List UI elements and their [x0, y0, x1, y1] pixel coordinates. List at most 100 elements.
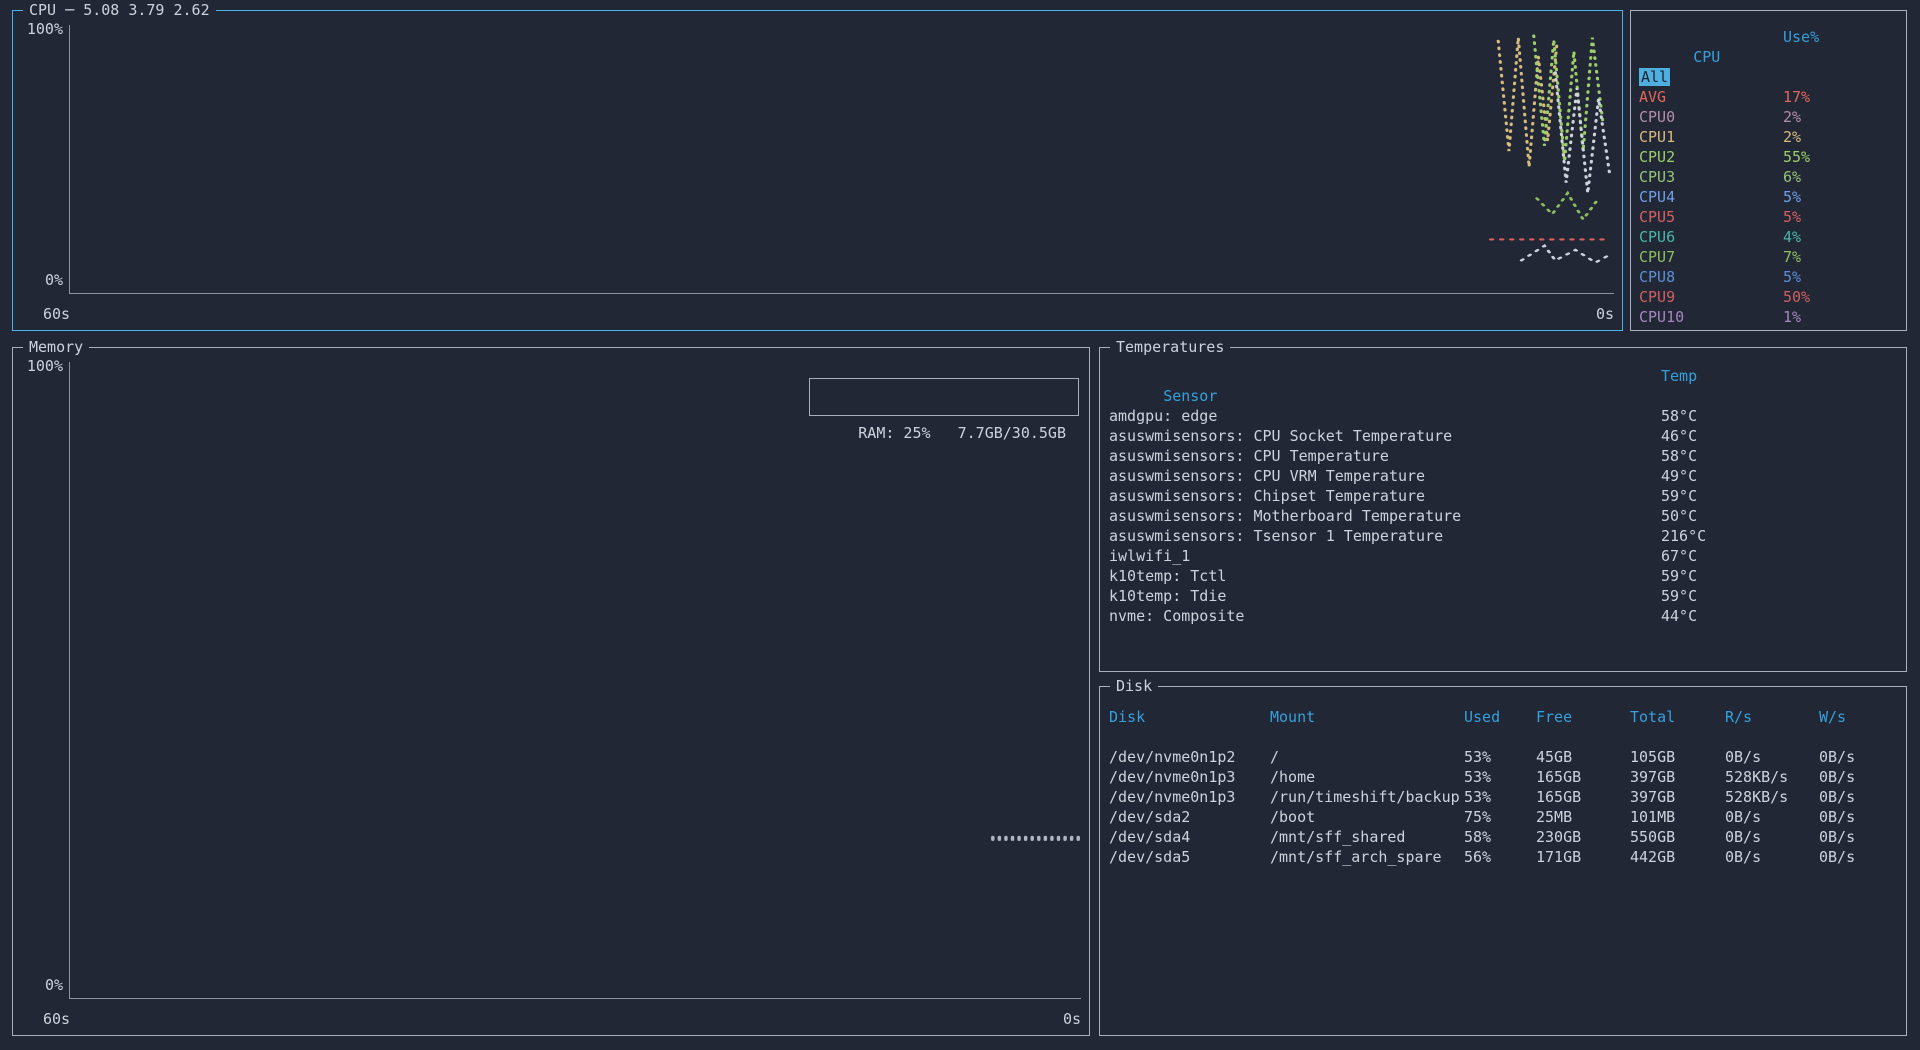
temp-row[interactable]: asuswmisensors: Motherboard Temperature5…	[1100, 506, 1906, 526]
cpu-legend-row[interactable]: CPU10 1%	[1631, 307, 1906, 327]
disk-row[interactable]: /dev/nvme0n1p2/53%45GB105GB0B/s0B/s	[1100, 747, 1906, 767]
cpu-legend-value: 17%	[1783, 87, 1810, 107]
disk-cell: 58%	[1464, 827, 1536, 847]
cpu-graph	[70, 25, 1614, 293]
disk-cell: /dev/nvme0n1p2	[1109, 747, 1270, 767]
cpu-legend-panel[interactable]: CPU Use% AllAVG17%CPU02%CPU12%CPU255%CPU…	[1630, 10, 1907, 331]
cpu-legend-value: 50%	[1783, 287, 1810, 307]
disk-cell: 0B/s	[1725, 747, 1819, 767]
cpu-legend-row[interactable]: CPU77%	[1631, 247, 1906, 267]
temp-row[interactable]: asuswmisensors: Tsensor 1 Temperature216…	[1100, 526, 1906, 546]
cpu-legend-value: 5%	[1783, 207, 1801, 227]
disk-header-total: Total	[1630, 707, 1725, 727]
cpu-legend-label: CPU7	[1639, 248, 1675, 266]
disk-header-row: Disk Mount Used Free Total R/s W/s	[1100, 707, 1906, 727]
cpu-legend-value: 5%	[1783, 267, 1801, 287]
temp-row[interactable]: nvme: Composite44°C	[1100, 606, 1906, 626]
cpu-load-average: 5.08 3.79 2.62	[83, 1, 209, 19]
disk-cell: 397GB	[1630, 787, 1725, 807]
cpu-panel-title-text: CPU	[29, 1, 56, 19]
cpu-legend-row[interactable]: CPU64%	[1631, 227, 1906, 247]
disk-row[interactable]: /dev/sda2/boot75%25MB101MB0B/s0B/s	[1100, 807, 1906, 827]
temp-sensor: asuswmisensors: Chipset Temperature	[1109, 487, 1425, 505]
memory-y-min-label: 0%	[19, 975, 63, 995]
temp-value: 59°C	[1661, 566, 1697, 586]
cpu-legend-value: 6%	[1783, 167, 1801, 187]
disk-row[interactable]: /dev/nvme0n1p3/run/timeshift/backup53%16…	[1100, 787, 1906, 807]
disk-cell: 0B/s	[1819, 747, 1906, 767]
disk-table: Disk Mount Used Free Total R/s W/s /dev/…	[1100, 687, 1906, 867]
cpu-legend-row[interactable]: CPU12%	[1631, 127, 1906, 147]
disk-row[interactable]: /dev/sda4/mnt/sff_shared58%230GB550GB0B/…	[1100, 827, 1906, 847]
disk-header-disk: Disk	[1109, 707, 1270, 727]
disk-cell: 105GB	[1630, 747, 1725, 767]
disk-rows: /dev/nvme0n1p2/53%45GB105GB0B/s0B/s/dev/…	[1100, 747, 1906, 867]
disk-cell: 0B/s	[1819, 827, 1906, 847]
disk-cell: /dev/nvme0n1p3	[1109, 787, 1270, 807]
temp-row[interactable]: asuswmisensors: CPU Socket Temperature46…	[1100, 426, 1906, 446]
cpu-legend-row[interactable]: AVG 17%	[1631, 87, 1906, 107]
disk-cell: /home	[1270, 767, 1464, 787]
disk-cell: 0B/s	[1725, 847, 1819, 867]
memory-y-max-label: 100%	[19, 356, 63, 376]
temp-value: 216°C	[1661, 526, 1706, 546]
temp-sensor: k10temp: Tctl	[1109, 567, 1226, 585]
temp-value: 58°C	[1661, 406, 1697, 426]
cpu-panel[interactable]: CPU ─ 5.08 3.79 2.62 100% 0% 60s 0s	[12, 10, 1623, 331]
cpu-legend-header: CPU Use%	[1631, 27, 1906, 47]
cpu-legend-row[interactable]: All	[1631, 67, 1906, 87]
temp-row[interactable]: asuswmisensors: CPU VRM Temperature 49°C	[1100, 466, 1906, 486]
cpu-legend-label: CPU4	[1639, 188, 1675, 206]
cpu-legend-row[interactable]: CPU950%	[1631, 287, 1906, 307]
disk-header-rs: R/s	[1725, 707, 1819, 727]
temp-sensor: asuswmisensors: Motherboard Temperature	[1109, 507, 1461, 525]
disk-header-mount: Mount	[1270, 707, 1464, 727]
disk-cell: 0B/s	[1819, 847, 1906, 867]
temp-rows: amdgpu: edge58°Casuswmisensors: CPU Sock…	[1100, 406, 1906, 626]
cpu-legend-row[interactable]: CPU36%	[1631, 167, 1906, 187]
disk-cell: 230GB	[1536, 827, 1630, 847]
ram-legend-box: RAM: 25% 7.7GB/30.5GB	[809, 378, 1079, 416]
temp-value: 59°C	[1661, 486, 1697, 506]
temp-row[interactable]: k10temp: Tdie59°C	[1100, 586, 1906, 606]
disk-row[interactable]: /dev/sda5/mnt/sff_arch_spare56%171GB442G…	[1100, 847, 1906, 867]
disk-cell: 0B/s	[1819, 807, 1906, 827]
temp-value: 49°C	[1661, 466, 1697, 486]
cpu-legend-label: CPU10	[1639, 308, 1684, 326]
cpu-legend-row[interactable]: CPU55%	[1631, 207, 1906, 227]
cpu-legend-row[interactable]: CPU8 5%	[1631, 267, 1906, 287]
memory-panel-title: Memory	[23, 337, 89, 357]
memory-panel[interactable]: Memory 100% 0% RAM: 25% 7.7GB/30.5GB 60s…	[12, 347, 1090, 1036]
cpu-legend-row[interactable]: CPU255%	[1631, 147, 1906, 167]
cpu-x-right-label: 0s	[1596, 304, 1614, 324]
disk-cell: 56%	[1464, 847, 1536, 867]
temp-row[interactable]: k10temp: Tctl 59°C	[1100, 566, 1906, 586]
cpu-legend-label: CPU6	[1639, 228, 1675, 246]
disk-cell: 75%	[1464, 807, 1536, 827]
disk-row[interactable]: /dev/nvme0n1p3/home53%165GB397GB528KB/s0…	[1100, 767, 1906, 787]
disk-cell: /	[1270, 747, 1464, 767]
temp-sensor: asuswmisensors: CPU VRM Temperature	[1109, 467, 1425, 485]
cpu-legend-label: CPU2	[1639, 148, 1675, 166]
temp-sensor: iwlwifi_1	[1109, 547, 1190, 565]
temp-row[interactable]: amdgpu: edge58°C	[1100, 406, 1906, 426]
disk-cell: 165GB	[1536, 767, 1630, 787]
temp-row[interactable]: iwlwifi_1 67°C	[1100, 546, 1906, 566]
cpu-legend-label: CPU1	[1639, 128, 1675, 146]
temp-sensor: nvme: Composite	[1109, 607, 1244, 625]
temp-row[interactable]: asuswmisensors: CPU Temperature58°C	[1100, 446, 1906, 466]
temp-header-temp: Temp	[1661, 366, 1697, 386]
cpu-legend-value: 2%	[1783, 107, 1801, 127]
temp-value: 67°C	[1661, 546, 1697, 566]
cpu-panel-title: CPU ─ 5.08 3.79 2.62	[23, 0, 216, 20]
cpu-legend-row[interactable]: CPU02%	[1631, 107, 1906, 127]
temperatures-panel[interactable]: Temperatures Sensor Temp amdgpu: edge58°…	[1099, 347, 1907, 672]
cpu-legend-value: 1%	[1783, 307, 1801, 327]
disk-cell: 528KB/s	[1725, 767, 1819, 787]
cpu-x-left-label: 60s	[43, 304, 70, 324]
temp-row[interactable]: asuswmisensors: Chipset Temperature 59°C	[1100, 486, 1906, 506]
disk-panel[interactable]: Disk Disk Mount Used Free Total R/s W/s …	[1099, 686, 1907, 1036]
cpu-legend-label: CPU8	[1639, 268, 1675, 286]
cpu-legend-label: AVG	[1639, 88, 1666, 106]
cpu-legend-row[interactable]: CPU45%	[1631, 187, 1906, 207]
